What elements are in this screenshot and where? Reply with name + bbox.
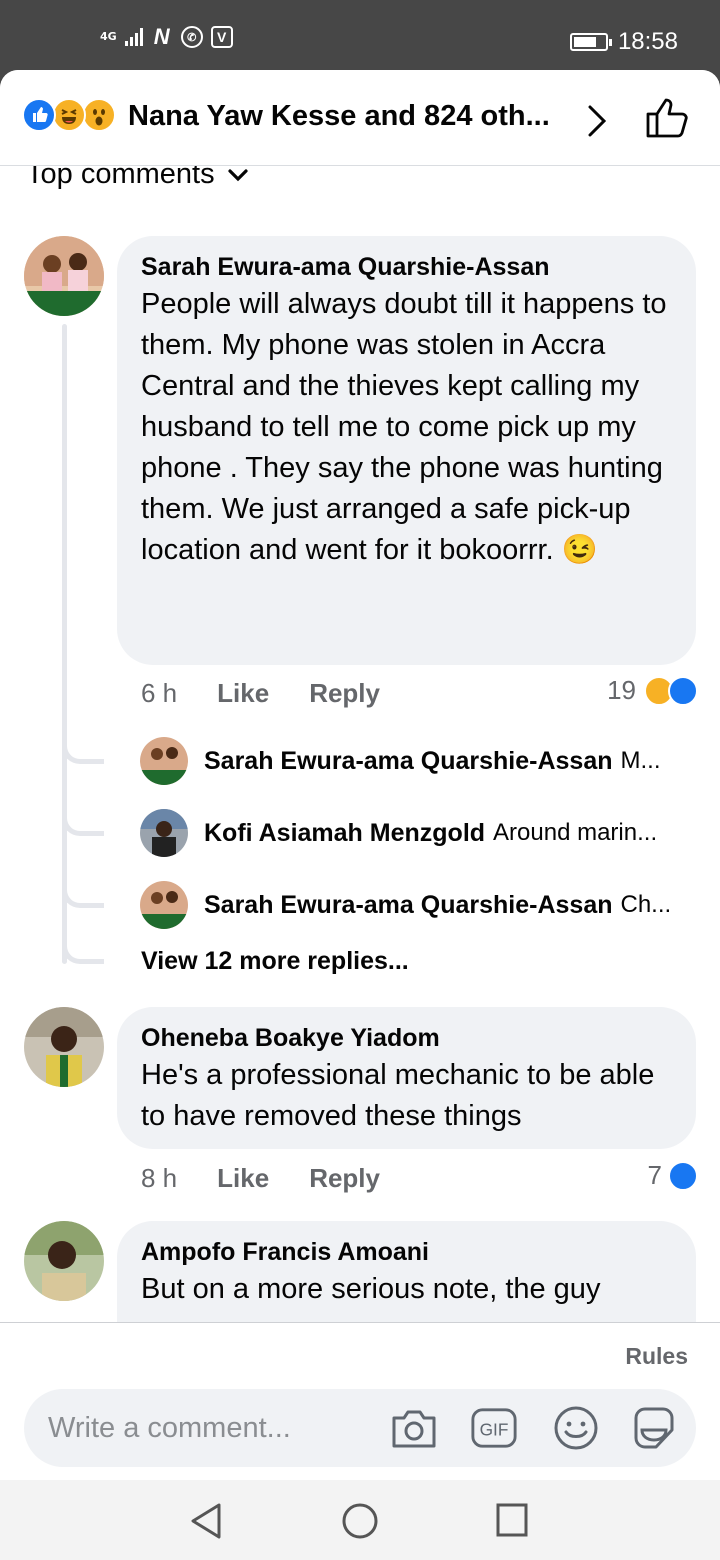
reply-preview[interactable]: Sarah Ewura-ama Quarshie-Assan M... (140, 736, 700, 786)
chevron-down-icon (227, 168, 248, 181)
reply-text: Ch... (620, 891, 672, 918)
signal-icon (124, 28, 143, 46)
view-more-replies-link[interactable]: View 12 more replies... (141, 947, 409, 976)
rules-link[interactable]: Rules (625, 1343, 688, 1370)
status-icons-left: 4G N ✆ V (100, 24, 233, 49)
n-icon: N (153, 24, 170, 49)
wow-reaction-icon (82, 98, 116, 132)
comment-reaction-count[interactable]: 7 (648, 1160, 698, 1191)
comment-author[interactable]: Sarah Ewura-ama Quarshie-Assan (141, 252, 672, 282)
reply-thread-branch (62, 812, 104, 836)
clock: 18:58 (617, 28, 678, 55)
avatar (140, 881, 188, 929)
chevron-right-icon[interactable] (585, 104, 609, 143)
back-icon[interactable] (188, 1502, 224, 1545)
reply-text: Around marin... (493, 819, 658, 846)
battery-icon (569, 33, 612, 51)
reply-button[interactable]: Reply (309, 1163, 380, 1194)
reply-preview[interactable]: Kofi Asiamah Menzgold Around marin... (140, 808, 700, 858)
avatar (140, 737, 188, 785)
haha-reaction-icon (52, 98, 86, 132)
status-icons-right: 18:58 (569, 28, 678, 56)
reply-preview[interactable]: Sarah Ewura-ama Quarshie-Assan Ch... (140, 880, 700, 930)
system-navigation-bar (0, 1480, 720, 1560)
reaction-count: 19 (607, 675, 636, 705)
comment-bubble: Sarah Ewura-ama Quarshie-Assan People wi… (117, 236, 696, 665)
thumbs-up-outline-icon[interactable] (644, 96, 690, 145)
reply-text: M... (620, 747, 661, 774)
recents-icon[interactable] (495, 1502, 529, 1543)
reply-author: Sarah Ewura-ama Quarshie-Assan (204, 746, 613, 775)
avatar[interactable] (24, 1007, 104, 1087)
reaction-count: 7 (647, 1160, 662, 1190)
comment-reaction-count[interactable]: 19 (607, 675, 698, 706)
comment-text: People will always doubt till it happens… (141, 288, 667, 566)
v-app-icon: V (210, 26, 233, 48)
emoji-icon[interactable] (552, 1405, 600, 1451)
network-type: 4G (100, 30, 117, 43)
comment-composer-area: Rules GIF (0, 1322, 720, 1480)
reply-thread-branch (62, 884, 104, 908)
comment-actions: 6 h Like Reply (141, 678, 380, 709)
status-bar: 4G N ✆ V 18:58 (0, 0, 720, 70)
reaction-summary[interactable]: Nana Yaw Kesse and 824 oth... (128, 100, 550, 133)
reply-thread-branch (62, 940, 104, 964)
avatar (140, 809, 188, 857)
whatsapp-icon: ✆ (180, 26, 203, 48)
comment-text: But on a more serious note, the guy (141, 1273, 601, 1305)
like-button[interactable]: Like (217, 678, 269, 709)
comment-composer: GIF (24, 1389, 696, 1467)
comments-sheet: Nana Yaw Kesse and 824 oth... Top commen… (0, 70, 720, 1480)
comment-author[interactable]: Oheneba Boakye Yiadom (141, 1023, 672, 1053)
comment-text: He's a professional mechanic to be able … (141, 1059, 655, 1132)
reaction-icons (22, 98, 122, 134)
sticker-icon[interactable] (630, 1405, 678, 1451)
reply-author: Kofi Asiamah Menzgold (204, 818, 486, 847)
like-reaction-icon (668, 675, 698, 706)
avatar[interactable] (24, 1221, 104, 1301)
avatar[interactable] (24, 236, 104, 316)
comment-bubble: Oheneba Boakye Yiadom He's a professiona… (117, 1007, 696, 1149)
comment-input[interactable] (48, 1403, 378, 1453)
gif-icon[interactable]: GIF (470, 1405, 518, 1451)
reply-button[interactable]: Reply (309, 678, 380, 709)
comment-time: 6 h (141, 678, 178, 708)
comment-author[interactable]: Ampofo Francis Amoani (141, 1237, 672, 1267)
reply-author: Sarah Ewura-ama Quarshie-Assan (204, 890, 613, 919)
reactions-header[interactable]: Nana Yaw Kesse and 824 oth... (0, 70, 720, 166)
home-icon[interactable] (341, 1502, 379, 1545)
like-reaction-icon (668, 1160, 698, 1191)
like-button[interactable]: Like (217, 1163, 269, 1194)
like-reaction-icon (22, 98, 56, 132)
reply-thread-line (62, 324, 67, 964)
comment-time: 8 h (141, 1163, 178, 1193)
svg-text:GIF: GIF (480, 1420, 509, 1440)
comment-actions: 8 h Like Reply (141, 1163, 380, 1194)
camera-icon[interactable] (390, 1405, 438, 1451)
reply-thread-branch (62, 740, 104, 764)
